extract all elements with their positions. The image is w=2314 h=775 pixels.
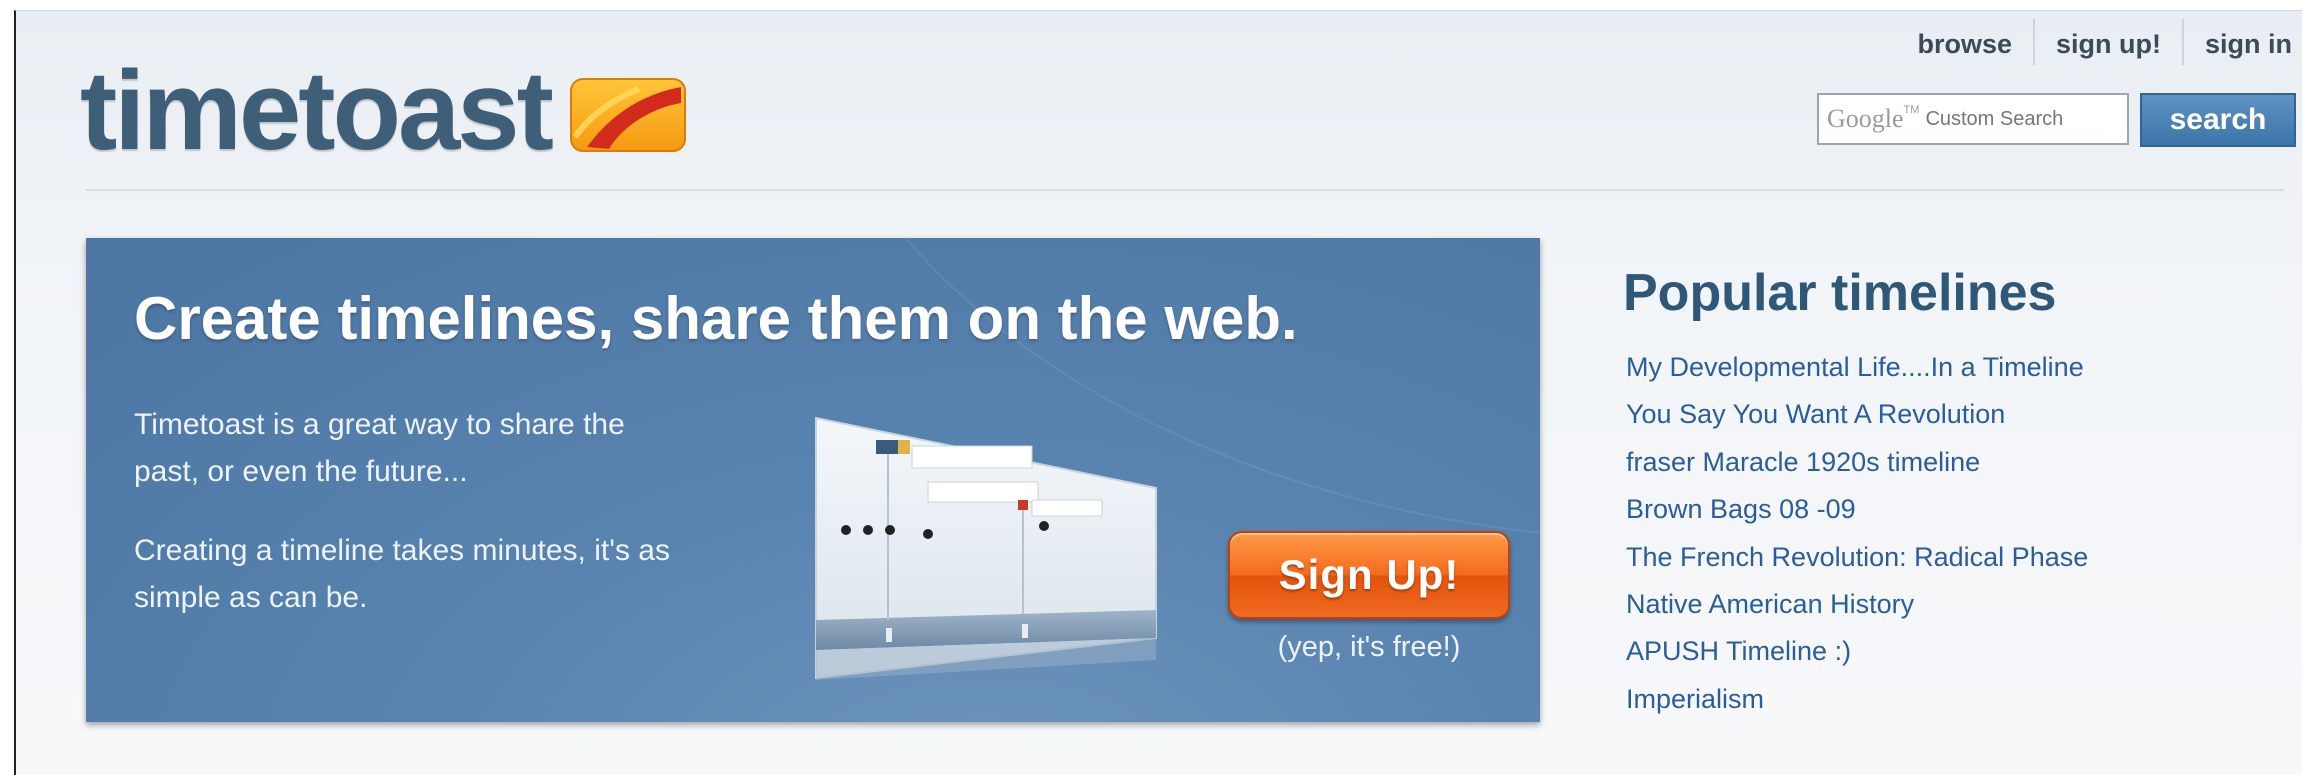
popular-timeline-link[interactable]: My Developmental Life....In a Timeline (1626, 352, 2084, 382)
list-item: The French Revolution: Radical Phase (1626, 542, 2088, 589)
popular-timelines-heading: Popular timelines (1623, 264, 2057, 322)
list-item: You Say You Want A Revolution (1626, 399, 2088, 446)
list-item: fraser Maracle 1920s timeline (1626, 447, 2088, 494)
timetoast-logo-icon (569, 78, 686, 152)
signup-note: (yep, it's free!) (1277, 631, 1461, 663)
signup-button[interactable]: Sign Up! (1228, 531, 1510, 619)
google-trademark: TM (1903, 104, 1920, 116)
popular-timeline-link[interactable]: fraser Maracle 1920s timeline (1626, 447, 1980, 477)
nav-browse-link[interactable]: browse (1896, 19, 2033, 65)
search-button[interactable]: search (2140, 93, 2296, 147)
list-item: APUSH Timeline :) (1626, 636, 2088, 683)
popular-timeline-link[interactable]: Brown Bags 08 -09 (1626, 494, 1856, 524)
logo-wordmark: timetoast (80, 48, 554, 173)
google-brand: Google (1827, 104, 1904, 133)
page: browse sign up! sign in timetoast Google… (14, 10, 2302, 775)
nav-signin-link[interactable]: sign in (2182, 19, 2302, 65)
list-item: Native American History (1626, 589, 2088, 636)
list-item: Imperialism (1626, 684, 2088, 731)
header-divider (86, 189, 2284, 191)
hero-description: Timetoast is a great way to share the pa… (134, 408, 625, 488)
timeline-preview-image (815, 416, 1157, 680)
popular-timeline-link[interactable]: Native American History (1626, 589, 1914, 619)
search-input[interactable]: Google TM Custom Search (1817, 93, 2129, 145)
nav-signup-link[interactable]: sign up! (2033, 19, 2182, 65)
popular-timeline-link[interactable]: Imperialism (1626, 684, 1764, 714)
top-nav: browse sign up! sign in (1896, 19, 2302, 65)
search-placeholder: Custom Search (1925, 107, 2064, 130)
hero-title: Create timelines, share them on the web. (134, 285, 1298, 352)
list-item: My Developmental Life....In a Timeline (1626, 352, 2088, 399)
hero-banner: Create timelines, share them on the web.… (86, 238, 1540, 722)
popular-timeline-link[interactable]: APUSH Timeline :) (1626, 636, 1851, 666)
popular-timeline-link[interactable]: The French Revolution: Radical Phase (1626, 542, 2088, 572)
popular-timelines-list: My Developmental Life....In a Timeline Y… (1626, 352, 2088, 731)
popular-timeline-link[interactable]: You Say You Want A Revolution (1626, 399, 2005, 429)
site-logo[interactable]: timetoast (80, 51, 687, 171)
list-item: Brown Bags 08 -09 (1626, 494, 2088, 541)
hero-description-secondary: Creating a timeline takes minutes, it's … (134, 534, 670, 614)
